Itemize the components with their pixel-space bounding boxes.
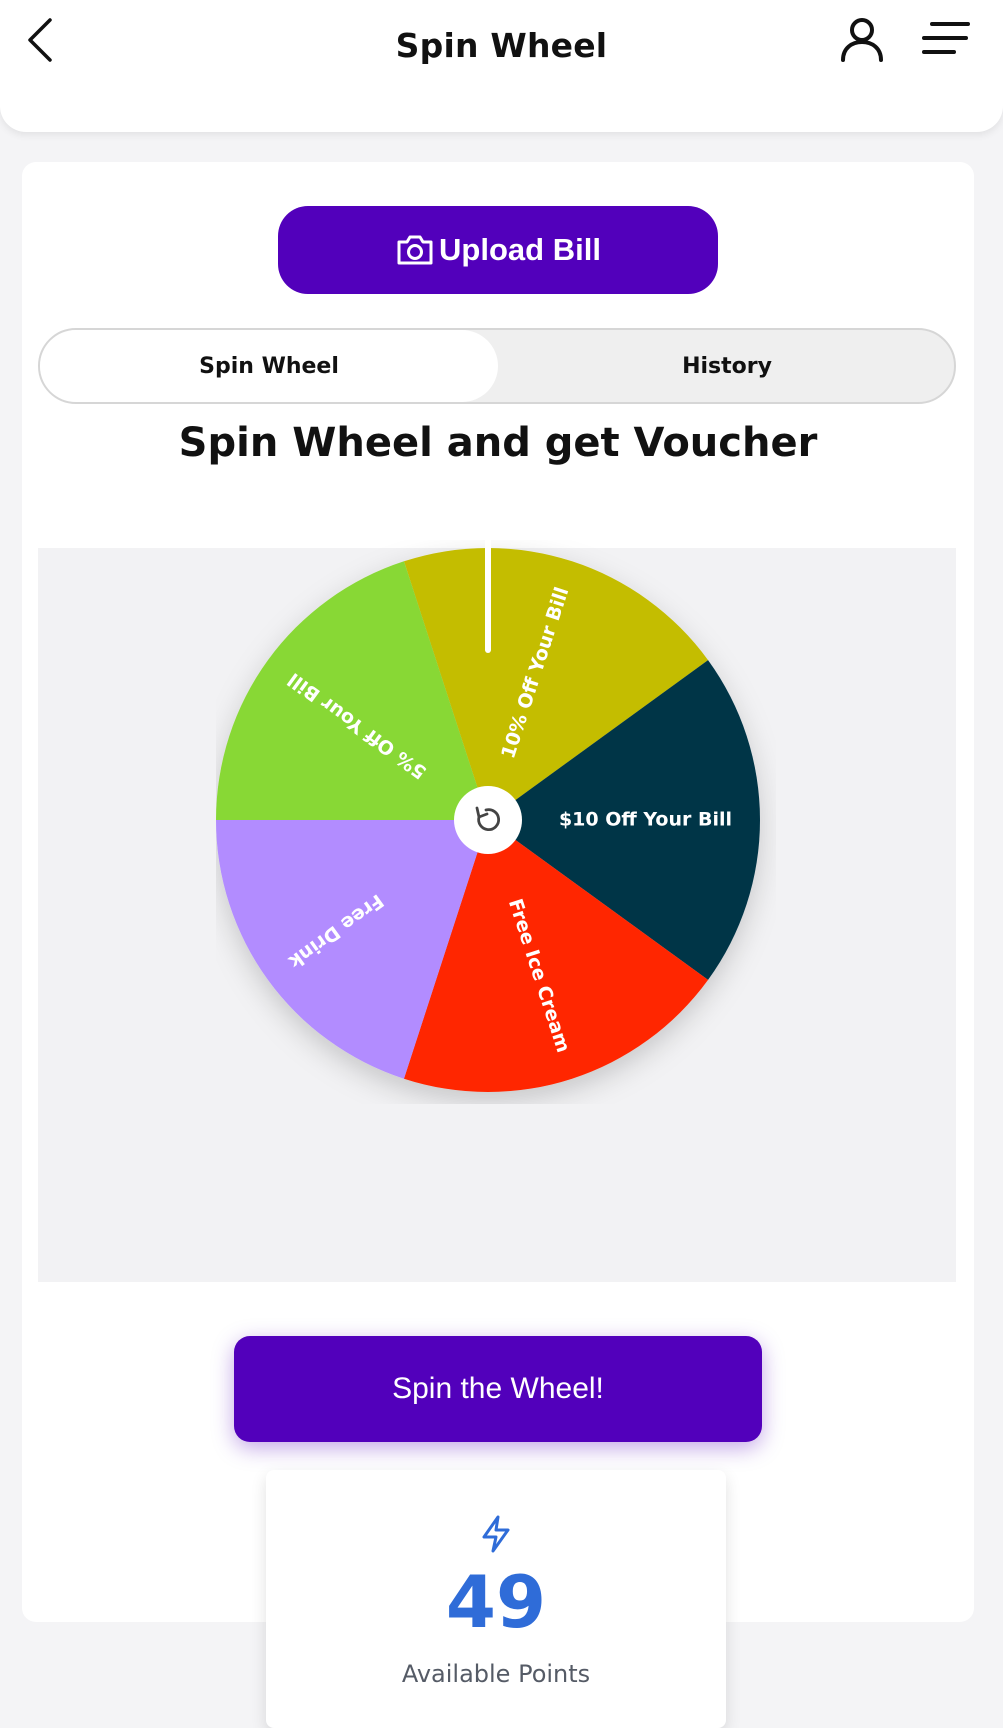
section-title: Spin Wheel and get Voucher xyxy=(178,420,818,466)
spin-wheel-card: Upload Bill Spin Wheel History Spin Whee… xyxy=(22,162,974,1728)
points-label: Available Points xyxy=(401,1660,591,1688)
tab-history[interactable]: History xyxy=(498,330,956,402)
lightning-icon xyxy=(482,1515,510,1553)
points-value: 49 xyxy=(445,1560,547,1644)
user-icon[interactable] xyxy=(838,14,886,66)
app-header: Spin Wheel xyxy=(0,0,1003,132)
camera-icon xyxy=(397,235,433,265)
tab-spin-wheel[interactable]: Spin Wheel xyxy=(40,330,498,402)
points-card: 49 Available Points xyxy=(266,1470,726,1728)
upload-bill-button[interactable]: Upload Bill xyxy=(278,206,718,294)
upload-bill-label: Upload Bill xyxy=(439,232,601,267)
menu-icon[interactable] xyxy=(920,16,972,62)
prize-wheel[interactable]: 10% Off Your Bill$10 Off Your BillFree I… xyxy=(216,540,776,1104)
wheel-area: 10% Off Your Bill $10 Off Your Bill Free I… xyxy=(38,540,956,1282)
spin-the-wheel-button[interactable]: Spin the Wheel! xyxy=(234,1336,762,1442)
wheel-segment-label: $10 Off Your Bill xyxy=(559,809,732,831)
wheel-center-button[interactable] xyxy=(454,786,522,854)
tab-bar: Spin Wheel History xyxy=(38,328,956,404)
